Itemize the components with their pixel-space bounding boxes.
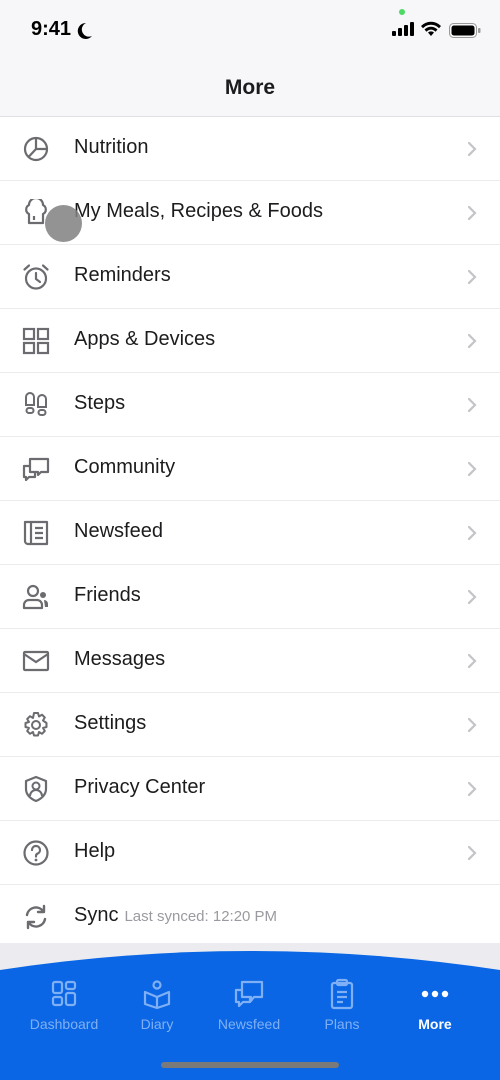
menu-item-help[interactable]: Help — [0, 821, 500, 885]
tab-more[interactable]: More — [385, 978, 485, 1032]
bottom-tab-bar: Dashboard Diary Newsfeed Plans More — [0, 950, 500, 1080]
chevron-right-icon — [467, 333, 477, 349]
sync-label-group: Sync Last synced: 12:20 PM — [74, 904, 277, 927]
chevron-right-icon — [467, 205, 477, 221]
menu-item-privacy-center[interactable]: Privacy Center — [0, 757, 500, 821]
tab-label: More — [418, 1016, 452, 1032]
menu-item-reminders[interactable]: Reminders — [0, 245, 500, 309]
envelope-icon — [22, 650, 50, 672]
menu-item-label: Messages — [74, 648, 166, 670]
cellular-signal-icon — [392, 22, 414, 36]
page-title: More — [224, 76, 276, 99]
do-not-disturb-moon-icon — [77, 22, 92, 39]
chevron-right-icon — [467, 397, 477, 413]
newspaper-icon — [23, 520, 49, 546]
menu-item-label: Steps — [74, 392, 126, 414]
chevron-right-icon — [467, 525, 477, 541]
pie-chart-icon — [23, 136, 49, 162]
alarm-clock-icon — [23, 264, 49, 290]
menu-item-label: Privacy Center — [74, 776, 206, 798]
more-dots-icon — [421, 990, 449, 998]
wifi-icon — [421, 21, 441, 36]
home-indicator[interactable] — [161, 1062, 339, 1068]
chat-bubbles-icon — [22, 457, 50, 482]
menu-item-settings[interactable]: Settings — [0, 693, 500, 757]
gear-icon — [24, 712, 48, 737]
tab-label: Newsfeed — [217, 1016, 281, 1032]
menu-item-label: Nutrition — [74, 136, 149, 158]
diary-book-icon — [143, 980, 171, 1010]
menu-item-sync[interactable]: Sync Last synced: 12:20 PM — [0, 885, 500, 948]
navigation-header: More — [0, 60, 500, 117]
menu-item-community[interactable]: Community — [0, 437, 500, 501]
tab-newsfeed[interactable]: Newsfeed — [199, 978, 299, 1032]
menu-item-label: Settings — [74, 712, 147, 734]
menu-item-apps-devices[interactable]: Apps & Devices — [0, 309, 500, 373]
dashboard-icon — [51, 980, 77, 1007]
menu-item-label: Help — [74, 840, 116, 862]
battery-icon — [449, 23, 481, 38]
last-synced-text: Last synced: 12:20 PM — [124, 908, 278, 925]
chevron-right-icon — [467, 589, 477, 605]
menu-item-label: Friends — [74, 584, 141, 606]
chevron-right-icon — [467, 717, 477, 733]
status-bar: 9:41 — [0, 0, 500, 60]
chevron-right-icon — [467, 141, 477, 157]
tab-label: Diary — [140, 1016, 174, 1032]
menu-item-nutrition[interactable]: Nutrition — [0, 117, 500, 181]
sync-label: Sync — [74, 904, 119, 926]
chevron-right-icon — [467, 781, 477, 797]
chat-bubbles-icon — [234, 980, 264, 1008]
sync-icon — [25, 904, 47, 930]
footprints-icon — [25, 392, 47, 416]
chevron-right-icon — [467, 653, 477, 669]
chevron-right-icon — [467, 845, 477, 861]
status-time: 9:41 — [31, 18, 72, 40]
clipboard-icon — [330, 978, 354, 1010]
grid-icon — [22, 327, 50, 355]
tab-label: Dashboard — [29, 1016, 99, 1032]
menu-item-steps[interactable]: Steps — [0, 373, 500, 437]
menu-item-label: Community — [74, 456, 176, 478]
menu-item-label: Apps & Devices — [74, 328, 216, 350]
menu-item-newsfeed[interactable]: Newsfeed — [0, 501, 500, 565]
friends-icon — [22, 584, 48, 610]
menu-item-friends[interactable]: Friends — [0, 565, 500, 629]
more-menu-list: Nutrition My Meals, Recipes & Foods Remi… — [0, 117, 500, 948]
camera-in-use-indicator — [399, 9, 405, 15]
question-circle-icon — [23, 840, 49, 866]
tab-diary[interactable]: Diary — [107, 978, 207, 1032]
shield-user-icon — [24, 775, 48, 803]
menu-item-label: Newsfeed — [74, 520, 163, 542]
tab-label: Plans — [324, 1016, 360, 1032]
tab-dashboard[interactable]: Dashboard — [14, 978, 114, 1032]
menu-item-label: Reminders — [74, 264, 171, 286]
chevron-right-icon — [467, 461, 477, 477]
touch-indicator — [45, 205, 82, 242]
chevron-right-icon — [467, 269, 477, 285]
tab-plans[interactable]: Plans — [292, 978, 392, 1032]
menu-item-label: My Meals, Recipes & Foods — [74, 200, 323, 222]
menu-item-messages[interactable]: Messages — [0, 629, 500, 693]
